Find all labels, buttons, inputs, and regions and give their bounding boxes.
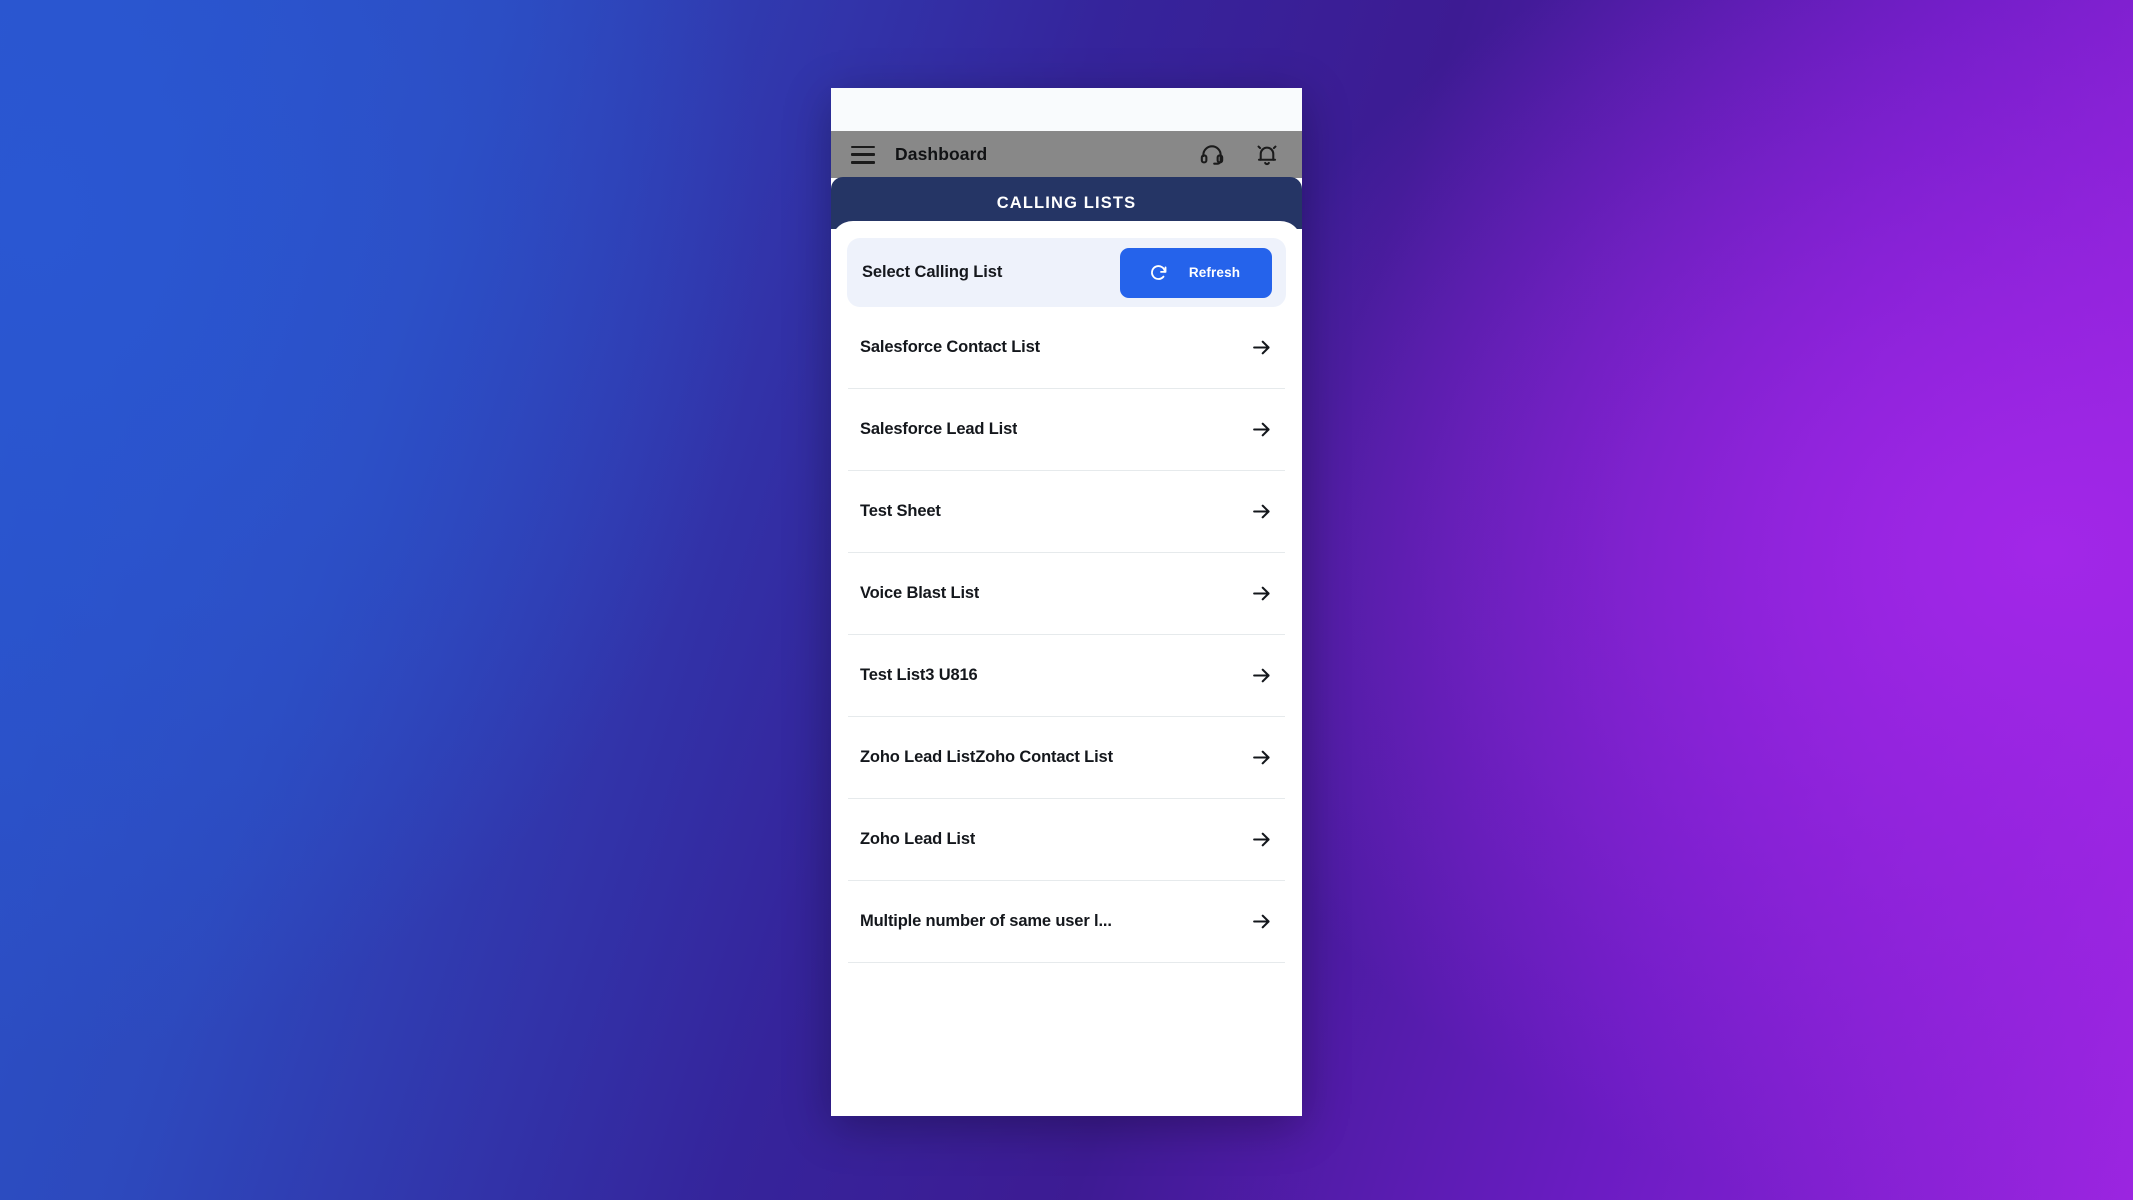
phone-frame: Dashboard CALLING LISTS Select Calling L…: [831, 88, 1302, 1116]
list-item-label: Salesforce Lead List: [860, 420, 1018, 438]
arrow-right-icon[interactable]: [1236, 582, 1273, 605]
refresh-icon: [1150, 265, 1167, 280]
list-item[interactable]: Zoho Lead List: [848, 799, 1285, 881]
section-header-title: CALLING LISTS: [996, 193, 1137, 212]
refresh-button-label: Refresh: [1188, 265, 1241, 280]
arrow-right-icon[interactable]: [1236, 418, 1273, 441]
list-item-label: Test Sheet: [860, 502, 941, 520]
arrow-right-icon[interactable]: [1236, 664, 1273, 687]
arrow-right-icon[interactable]: [1236, 910, 1273, 933]
select-calling-list-label: Select Calling List: [862, 263, 1003, 281]
list-item-label: Salesforce Contact List: [860, 338, 1040, 356]
list-item[interactable]: Multiple number of same user l...: [848, 881, 1285, 963]
calling-lists-list: Salesforce Contact List Salesforce Lead L…: [847, 307, 1286, 1116]
headset-icon[interactable]: [1199, 142, 1225, 168]
list-item-label: Multiple number of same user l...: [860, 912, 1112, 930]
list-item-label: Voice Blast List: [860, 584, 980, 602]
list-item[interactable]: Voice Blast List: [848, 553, 1285, 635]
arrow-right-icon[interactable]: [1236, 746, 1273, 769]
list-item[interactable]: Test Sheet: [848, 471, 1285, 553]
list-item-label: Zoho Lead ListZoho Contact List: [860, 748, 1113, 766]
refresh-button[interactable]: Refresh: [1120, 247, 1272, 298]
list-item[interactable]: Test List3 U816: [848, 635, 1285, 717]
list-item[interactable]: Salesforce Contact List: [848, 307, 1285, 389]
hamburger-menu-icon[interactable]: [851, 145, 875, 164]
arrow-right-icon[interactable]: [1236, 336, 1273, 359]
status-bar: [831, 88, 1302, 131]
list-item-label: Test List3 U816: [860, 666, 978, 684]
page-title: Dashboard: [895, 144, 988, 164]
bell-icon[interactable]: [1254, 142, 1280, 168]
arrow-right-icon[interactable]: [1236, 828, 1273, 851]
select-calling-list-bar: Select Calling List Refresh: [847, 238, 1286, 307]
list-item[interactable]: Zoho Lead ListZoho Contact List: [848, 717, 1285, 799]
arrow-right-icon[interactable]: [1236, 500, 1273, 523]
app-bar-actions: [1199, 142, 1280, 168]
app-bar: Dashboard: [831, 131, 1302, 178]
content-card: Select Calling List Refresh Salesforce C…: [831, 221, 1302, 1116]
list-item-label: Zoho Lead List: [860, 830, 976, 848]
list-item[interactable]: Salesforce Lead List: [848, 389, 1285, 471]
